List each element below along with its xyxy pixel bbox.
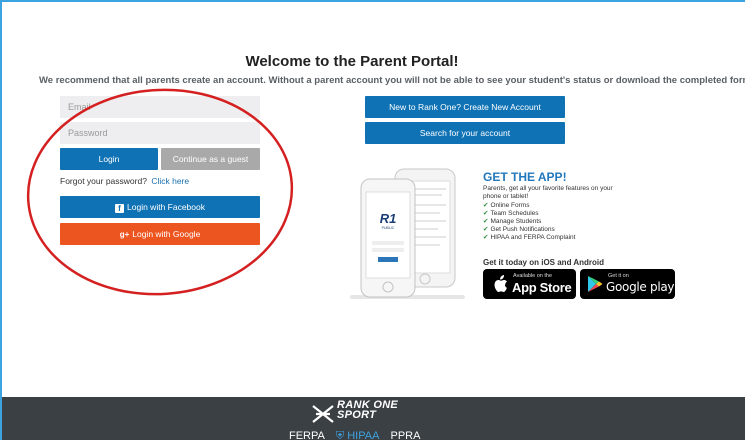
phones-illustration: R1 PUBLIC: [350, 168, 465, 299]
footer-links: FERPA ⛨ HIPAA PPRA: [289, 430, 428, 440]
browser-frame: Welcome to the Parent Portal! We recomme…: [0, 0, 745, 440]
apple-icon: [494, 275, 507, 292]
check-icon: ✔: [483, 218, 489, 225]
check-icon: ✔: [483, 234, 489, 241]
google-play-small-text: Get it on: [608, 273, 629, 279]
footer-link-hipaa[interactable]: ⛨ HIPAA: [336, 430, 380, 440]
search-account-button[interactable]: Search for your account: [365, 122, 565, 144]
list-item: ✔ Team Schedules: [483, 210, 575, 218]
feature-label: Online Forms: [490, 202, 530, 209]
get-the-app-title: GET THE APP!: [483, 170, 567, 184]
brand-line-2: SPORT: [337, 409, 377, 421]
check-icon: ✔: [483, 226, 489, 233]
footer-link-ferpa[interactable]: FERPA: [289, 430, 325, 440]
list-item: ✔ Get Push Notifications: [483, 226, 575, 234]
rank-one-logo-icon: [312, 405, 334, 423]
create-new-account-button[interactable]: New to Rank One? Create New Account: [365, 96, 565, 118]
feature-label: Manage Students: [490, 218, 542, 225]
app-cta-text: Get it today on iOS and Android: [483, 258, 605, 267]
app-store-big-text: App Store: [512, 280, 572, 295]
feature-label: Get Push Notifications: [490, 226, 555, 233]
list-item: ✔ HIPAA and FERPA Complaint: [483, 234, 575, 242]
footer-link-ppra[interactable]: PPRA: [391, 430, 421, 440]
list-item: ✔ Manage Students: [483, 218, 575, 226]
svg-text:R1: R1: [380, 211, 397, 226]
app-store-badge[interactable]: Available on the App Store: [483, 269, 576, 299]
google-play-badge[interactable]: Get it on Google play: [580, 269, 675, 299]
list-item: ✔ Online Forms: [483, 202, 575, 210]
shield-icon: ⛨: [335, 430, 345, 440]
check-icon: ✔: [483, 202, 489, 209]
feature-label: HIPAA and FERPA Complaint: [490, 234, 576, 241]
check-icon: ✔: [483, 210, 489, 217]
google-play-icon: [588, 276, 603, 292]
feature-label: Team Schedules: [490, 210, 539, 217]
svg-text:PUBLIC: PUBLIC: [382, 226, 395, 230]
annotation-circle: [26, 88, 294, 296]
app-description: Parents, get all your favorite features …: [483, 185, 613, 200]
app-store-small-text: Available on the: [513, 273, 553, 279]
app-feature-list: ✔ Online Forms ✔ Team Schedules ✔ Manage St…: [483, 202, 575, 242]
hipaa-link-label: HIPAA: [347, 430, 380, 440]
google-play-big-text: Google play: [606, 280, 675, 294]
footer-brand: RANK ONE SPORT: [337, 400, 398, 421]
